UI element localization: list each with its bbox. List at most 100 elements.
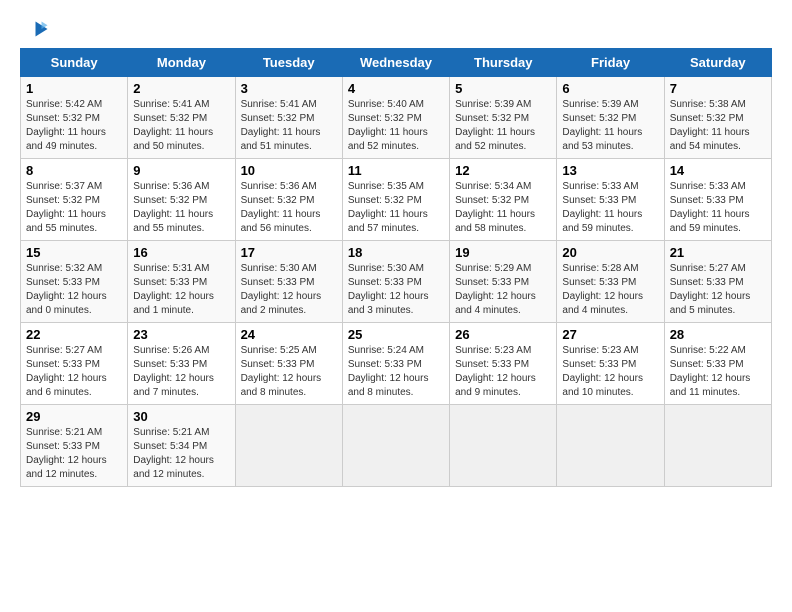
day-number: 14 bbox=[670, 163, 766, 178]
day-number: 9 bbox=[133, 163, 229, 178]
day-info: Sunrise: 5:39 AMSunset: 5:32 PMDaylight:… bbox=[562, 99, 642, 152]
header-cell-tuesday: Tuesday bbox=[235, 49, 342, 77]
calendar-cell: 3 Sunrise: 5:41 AMSunset: 5:32 PMDayligh… bbox=[235, 77, 342, 159]
calendar-cell: 5 Sunrise: 5:39 AMSunset: 5:32 PMDayligh… bbox=[450, 77, 557, 159]
day-number: 21 bbox=[670, 245, 766, 260]
day-info: Sunrise: 5:33 AMSunset: 5:33 PMDaylight:… bbox=[670, 181, 750, 234]
calendar-cell: 11 Sunrise: 5:35 AMSunset: 5:32 PMDaylig… bbox=[342, 159, 449, 241]
calendar-cell bbox=[557, 405, 664, 487]
calendar-cell: 21 Sunrise: 5:27 AMSunset: 5:33 PMDaylig… bbox=[664, 241, 771, 323]
day-number: 23 bbox=[133, 327, 229, 342]
day-number: 16 bbox=[133, 245, 229, 260]
day-info: Sunrise: 5:22 AMSunset: 5:33 PMDaylight:… bbox=[670, 345, 751, 398]
calendar-week-4: 22 Sunrise: 5:27 AMSunset: 5:33 PMDaylig… bbox=[21, 323, 772, 405]
calendar-cell: 15 Sunrise: 5:32 AMSunset: 5:33 PMDaylig… bbox=[21, 241, 128, 323]
day-info: Sunrise: 5:23 AMSunset: 5:33 PMDaylight:… bbox=[562, 345, 643, 398]
day-info: Sunrise: 5:25 AMSunset: 5:33 PMDaylight:… bbox=[241, 345, 322, 398]
calendar-cell: 28 Sunrise: 5:22 AMSunset: 5:33 PMDaylig… bbox=[664, 323, 771, 405]
day-number: 3 bbox=[241, 81, 337, 96]
calendar-cell: 26 Sunrise: 5:23 AMSunset: 5:33 PMDaylig… bbox=[450, 323, 557, 405]
calendar-week-1: 1 Sunrise: 5:42 AMSunset: 5:32 PMDayligh… bbox=[21, 77, 772, 159]
day-info: Sunrise: 5:29 AMSunset: 5:33 PMDaylight:… bbox=[455, 263, 536, 316]
header-cell-friday: Friday bbox=[557, 49, 664, 77]
day-number: 2 bbox=[133, 81, 229, 96]
day-info: Sunrise: 5:27 AMSunset: 5:33 PMDaylight:… bbox=[26, 345, 107, 398]
day-number: 25 bbox=[348, 327, 444, 342]
calendar-cell: 4 Sunrise: 5:40 AMSunset: 5:32 PMDayligh… bbox=[342, 77, 449, 159]
header-cell-wednesday: Wednesday bbox=[342, 49, 449, 77]
calendar-cell: 6 Sunrise: 5:39 AMSunset: 5:32 PMDayligh… bbox=[557, 77, 664, 159]
calendar-cell: 8 Sunrise: 5:37 AMSunset: 5:32 PMDayligh… bbox=[21, 159, 128, 241]
calendar-cell: 24 Sunrise: 5:25 AMSunset: 5:33 PMDaylig… bbox=[235, 323, 342, 405]
day-number: 29 bbox=[26, 409, 122, 424]
calendar-cell: 19 Sunrise: 5:29 AMSunset: 5:33 PMDaylig… bbox=[450, 241, 557, 323]
calendar-cell: 10 Sunrise: 5:36 AMSunset: 5:32 PMDaylig… bbox=[235, 159, 342, 241]
day-info: Sunrise: 5:28 AMSunset: 5:33 PMDaylight:… bbox=[562, 263, 643, 316]
calendar-cell: 9 Sunrise: 5:36 AMSunset: 5:32 PMDayligh… bbox=[128, 159, 235, 241]
day-info: Sunrise: 5:38 AMSunset: 5:32 PMDaylight:… bbox=[670, 99, 750, 152]
day-number: 12 bbox=[455, 163, 551, 178]
day-number: 1 bbox=[26, 81, 122, 96]
day-number: 10 bbox=[241, 163, 337, 178]
day-info: Sunrise: 5:21 AMSunset: 5:33 PMDaylight:… bbox=[26, 427, 107, 480]
calendar-cell: 12 Sunrise: 5:34 AMSunset: 5:32 PMDaylig… bbox=[450, 159, 557, 241]
day-number: 7 bbox=[670, 81, 766, 96]
calendar-cell: 2 Sunrise: 5:41 AMSunset: 5:32 PMDayligh… bbox=[128, 77, 235, 159]
calendar-cell: 7 Sunrise: 5:38 AMSunset: 5:32 PMDayligh… bbox=[664, 77, 771, 159]
calendar-week-5: 29 Sunrise: 5:21 AMSunset: 5:33 PMDaylig… bbox=[21, 405, 772, 487]
day-info: Sunrise: 5:26 AMSunset: 5:33 PMDaylight:… bbox=[133, 345, 214, 398]
calendar-cell: 27 Sunrise: 5:23 AMSunset: 5:33 PMDaylig… bbox=[557, 323, 664, 405]
logo-icon bbox=[20, 20, 48, 38]
day-info: Sunrise: 5:24 AMSunset: 5:33 PMDaylight:… bbox=[348, 345, 429, 398]
calendar-week-2: 8 Sunrise: 5:37 AMSunset: 5:32 PMDayligh… bbox=[21, 159, 772, 241]
day-info: Sunrise: 5:27 AMSunset: 5:33 PMDaylight:… bbox=[670, 263, 751, 316]
day-info: Sunrise: 5:31 AMSunset: 5:33 PMDaylight:… bbox=[133, 263, 214, 316]
calendar-cell: 20 Sunrise: 5:28 AMSunset: 5:33 PMDaylig… bbox=[557, 241, 664, 323]
calendar-cell bbox=[342, 405, 449, 487]
day-number: 22 bbox=[26, 327, 122, 342]
calendar-cell: 25 Sunrise: 5:24 AMSunset: 5:33 PMDaylig… bbox=[342, 323, 449, 405]
day-info: Sunrise: 5:36 AMSunset: 5:32 PMDaylight:… bbox=[133, 181, 213, 234]
calendar-cell: 14 Sunrise: 5:33 AMSunset: 5:33 PMDaylig… bbox=[664, 159, 771, 241]
day-info: Sunrise: 5:30 AMSunset: 5:33 PMDaylight:… bbox=[348, 263, 429, 316]
day-number: 15 bbox=[26, 245, 122, 260]
calendar-cell: 23 Sunrise: 5:26 AMSunset: 5:33 PMDaylig… bbox=[128, 323, 235, 405]
calendar-cell: 17 Sunrise: 5:30 AMSunset: 5:33 PMDaylig… bbox=[235, 241, 342, 323]
day-number: 24 bbox=[241, 327, 337, 342]
day-info: Sunrise: 5:21 AMSunset: 5:34 PMDaylight:… bbox=[133, 427, 214, 480]
header-cell-thursday: Thursday bbox=[450, 49, 557, 77]
day-info: Sunrise: 5:39 AMSunset: 5:32 PMDaylight:… bbox=[455, 99, 535, 152]
day-info: Sunrise: 5:32 AMSunset: 5:33 PMDaylight:… bbox=[26, 263, 107, 316]
day-number: 5 bbox=[455, 81, 551, 96]
page-header bbox=[20, 20, 772, 38]
calendar-cell bbox=[450, 405, 557, 487]
calendar-week-3: 15 Sunrise: 5:32 AMSunset: 5:33 PMDaylig… bbox=[21, 241, 772, 323]
calendar-table: SundayMondayTuesdayWednesdayThursdayFrid… bbox=[20, 48, 772, 487]
header-cell-saturday: Saturday bbox=[664, 49, 771, 77]
day-number: 8 bbox=[26, 163, 122, 178]
day-info: Sunrise: 5:36 AMSunset: 5:32 PMDaylight:… bbox=[241, 181, 321, 234]
header-cell-sunday: Sunday bbox=[21, 49, 128, 77]
header-cell-monday: Monday bbox=[128, 49, 235, 77]
day-number: 18 bbox=[348, 245, 444, 260]
day-number: 26 bbox=[455, 327, 551, 342]
day-info: Sunrise: 5:33 AMSunset: 5:33 PMDaylight:… bbox=[562, 181, 642, 234]
day-number: 20 bbox=[562, 245, 658, 260]
calendar-cell bbox=[664, 405, 771, 487]
day-number: 13 bbox=[562, 163, 658, 178]
day-info: Sunrise: 5:35 AMSunset: 5:32 PMDaylight:… bbox=[348, 181, 428, 234]
day-info: Sunrise: 5:41 AMSunset: 5:32 PMDaylight:… bbox=[133, 99, 213, 152]
day-info: Sunrise: 5:23 AMSunset: 5:33 PMDaylight:… bbox=[455, 345, 536, 398]
day-number: 4 bbox=[348, 81, 444, 96]
day-info: Sunrise: 5:34 AMSunset: 5:32 PMDaylight:… bbox=[455, 181, 535, 234]
day-number: 11 bbox=[348, 163, 444, 178]
day-info: Sunrise: 5:30 AMSunset: 5:33 PMDaylight:… bbox=[241, 263, 322, 316]
day-number: 6 bbox=[562, 81, 658, 96]
calendar-cell: 16 Sunrise: 5:31 AMSunset: 5:33 PMDaylig… bbox=[128, 241, 235, 323]
calendar-cell: 30 Sunrise: 5:21 AMSunset: 5:34 PMDaylig… bbox=[128, 405, 235, 487]
day-info: Sunrise: 5:41 AMSunset: 5:32 PMDaylight:… bbox=[241, 99, 321, 152]
day-number: 30 bbox=[133, 409, 229, 424]
day-number: 17 bbox=[241, 245, 337, 260]
day-number: 19 bbox=[455, 245, 551, 260]
day-number: 27 bbox=[562, 327, 658, 342]
